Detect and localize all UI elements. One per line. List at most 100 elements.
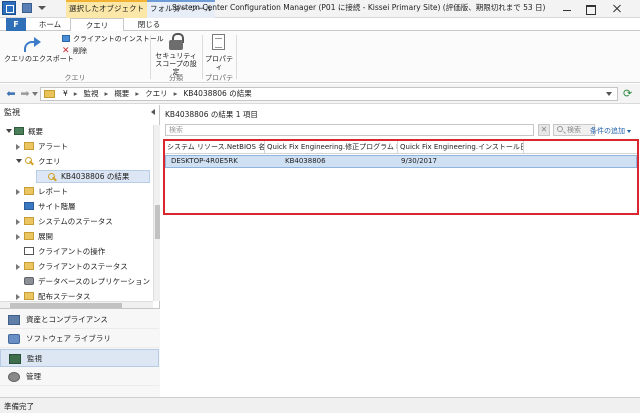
tree-item-label: サイト階層 <box>38 202 76 211</box>
table-header: システム リソース.NetBIOS 名 Quick Fix Engineerin… <box>165 141 637 154</box>
query-icon <box>24 157 34 165</box>
search-input[interactable] <box>165 124 534 136</box>
tree-item[interactable]: 配布ステータス <box>0 290 152 301</box>
tree-item[interactable]: データベースのレプリケーション <box>0 275 152 288</box>
install-client-button[interactable]: クライアントのインストール <box>62 34 164 44</box>
export-arrow-icon <box>24 37 42 52</box>
tab-home[interactable]: ホーム <box>33 18 67 31</box>
expand-down-icon[interactable] <box>16 159 22 163</box>
chevron-down-icon <box>627 129 631 133</box>
table-cell: 9/30/2017 <box>401 157 437 165</box>
breadcrumb-item[interactable]: ¥ <box>63 88 68 100</box>
tree-item-label: レポート <box>38 187 68 196</box>
software-icon <box>8 334 20 344</box>
expand-right-icon[interactable] <box>16 219 20 225</box>
column-header-hotfix-id[interactable]: Quick Fix Engineering.修正プログラム ID <box>265 141 398 154</box>
breadcrumb-separator: ▸ <box>135 89 140 98</box>
back-arrow-icon[interactable]: ⬅ <box>5 88 17 100</box>
status-text: 準備完了 <box>4 402 34 411</box>
breadcrumb-separator: ▸ <box>173 89 178 98</box>
add-criteria-link[interactable]: 条件の追加 <box>590 126 631 136</box>
admin-icon <box>8 372 20 382</box>
tab-query[interactable]: クエリ <box>70 18 124 32</box>
tree-item[interactable]: システムのステータス <box>0 215 152 228</box>
search-button-label: 検索 <box>567 126 581 134</box>
results-title: KB4038806 の結果 1 項目 <box>165 110 258 119</box>
workspace-label: 監視 <box>27 354 42 363</box>
file-tab[interactable]: F <box>6 18 26 32</box>
tree-item-label: クエリ <box>38 157 61 166</box>
properties-button[interactable]: プロパティ <box>204 31 234 71</box>
breadcrumb[interactable]: ¥ ▸ 監視 ▸ 概要 ▸ クエリ ▸ KB4038806 の結果 <box>40 87 618 101</box>
ribbon-group-divider <box>236 35 237 79</box>
tree-item[interactable]: サイト階層 <box>0 200 152 213</box>
table-row[interactable]: DESKTOP-4R0E5RK KB4038806 9/30/2017 <box>165 155 637 168</box>
minimize-button[interactable] <box>559 2 575 15</box>
refresh-icon[interactable]: ⟳ <box>623 88 632 100</box>
properties-label: プロパティ <box>205 55 233 71</box>
expand-right-icon[interactable] <box>16 294 20 300</box>
group-label-classify: 分類 <box>169 74 183 82</box>
status-bar: 準備完了 <box>0 397 640 413</box>
close-window-button[interactable] <box>603 2 631 15</box>
navigation-tree: 概要アラートクエリ KB4038806 の結果レポートサイト階層システムのステータ… <box>0 125 152 301</box>
query-icon <box>47 173 57 181</box>
tree-horizontal-scrollbar[interactable] <box>0 301 153 308</box>
workspace-assets[interactable]: 資産とコンプライアンス <box>0 311 159 329</box>
tree-item[interactable]: 概要 <box>0 125 152 138</box>
export-query-button[interactable]: クエリのエクスポート <box>4 31 74 71</box>
breadcrumb-item[interactable]: 監視 <box>84 88 99 100</box>
expand-right-icon[interactable] <box>16 264 20 270</box>
address-bar: ⬅ ➡ ¥ ▸ 監視 ▸ 概要 ▸ クエリ ▸ KB4038806 の結果 ⟳ <box>0 84 640 104</box>
address-dropdown-icon[interactable] <box>606 92 612 96</box>
breadcrumb-item[interactable]: KB4038806 の結果 <box>183 88 251 100</box>
column-header-netbios[interactable]: システム リソース.NetBIOS 名 <box>165 141 265 154</box>
quick-access-dropdown-icon[interactable] <box>38 6 46 10</box>
navigation-pane: 監視 概要アラートクエリ KB4038806 の結果レポートサイト階層システムのス… <box>0 105 160 397</box>
clear-search-button[interactable]: ✕ <box>538 124 550 136</box>
column-header-install-date[interactable]: Quick Fix Engineering.インストール日時 <box>398 141 524 154</box>
group-label-query: クエリ <box>64 74 86 82</box>
breadcrumb-item[interactable]: 概要 <box>114 88 129 100</box>
collapse-pane-icon[interactable] <box>151 109 155 115</box>
site-icon <box>24 202 34 210</box>
tree-item-label: アラート <box>38 142 68 151</box>
history-dropdown-icon[interactable] <box>32 92 38 96</box>
table-cell: KB4038806 <box>285 157 326 165</box>
tree-item[interactable]: クエリ <box>0 155 152 168</box>
maximize-button[interactable] <box>582 2 598 15</box>
tree-item[interactable]: 展開 <box>0 230 152 243</box>
search-button[interactable]: 検索 <box>553 124 595 136</box>
scrollbar-thumb[interactable] <box>155 205 160 239</box>
tab-close[interactable]: 閉じる <box>128 18 170 31</box>
tree-item-label: クライアントのステータス <box>38 262 128 271</box>
app-icon <box>2 1 16 15</box>
tree-vertical-scrollbar[interactable] <box>153 125 160 301</box>
tree-item[interactable]: クライアントのステータス <box>0 260 152 273</box>
breadcrumb-item[interactable]: クエリ <box>145 88 168 100</box>
results-pane: KB4038806 の結果 1 項目 ✕ 検索 条件の追加 システム リソース.… <box>161 105 640 397</box>
table-cell: DESKTOP-4R0E5RK <box>171 157 238 165</box>
set-security-scope-button[interactable]: セキュリティ スコープの設定 <box>152 31 200 76</box>
expand-right-icon[interactable] <box>16 189 20 195</box>
delete-button[interactable]: ✕ 削除 <box>62 46 87 56</box>
folder-icon <box>24 187 34 195</box>
tree-item[interactable]: クライアントの操作 <box>0 245 152 258</box>
workspace-software[interactable]: ソフトウェア ライブラリ <box>0 330 159 348</box>
quick-access-save-icon[interactable] <box>22 3 32 13</box>
forward-arrow-icon[interactable]: ➡ <box>19 88 31 100</box>
workspace-admin[interactable]: 管理 <box>0 368 159 386</box>
tree-item[interactable]: アラート <box>0 140 152 153</box>
context-tab-selected-object: 選択したオブジェクト <box>66 0 147 18</box>
tree-item-label: 配布ステータス <box>38 292 91 301</box>
tree-item[interactable]: KB4038806 の結果 <box>36 170 150 183</box>
workspace-monitoring[interactable]: 監視 <box>0 349 159 367</box>
tree-item[interactable]: レポート <box>0 185 152 198</box>
expand-right-icon[interactable] <box>16 234 20 240</box>
expand-down-icon[interactable] <box>6 129 12 133</box>
assets-icon <box>8 315 20 325</box>
workspace-label: 管理 <box>26 372 41 381</box>
tree-item-label: KB4038806 の結果 <box>61 172 130 181</box>
expand-right-icon[interactable] <box>16 144 20 150</box>
add-criteria-label: 条件の追加 <box>590 127 625 135</box>
